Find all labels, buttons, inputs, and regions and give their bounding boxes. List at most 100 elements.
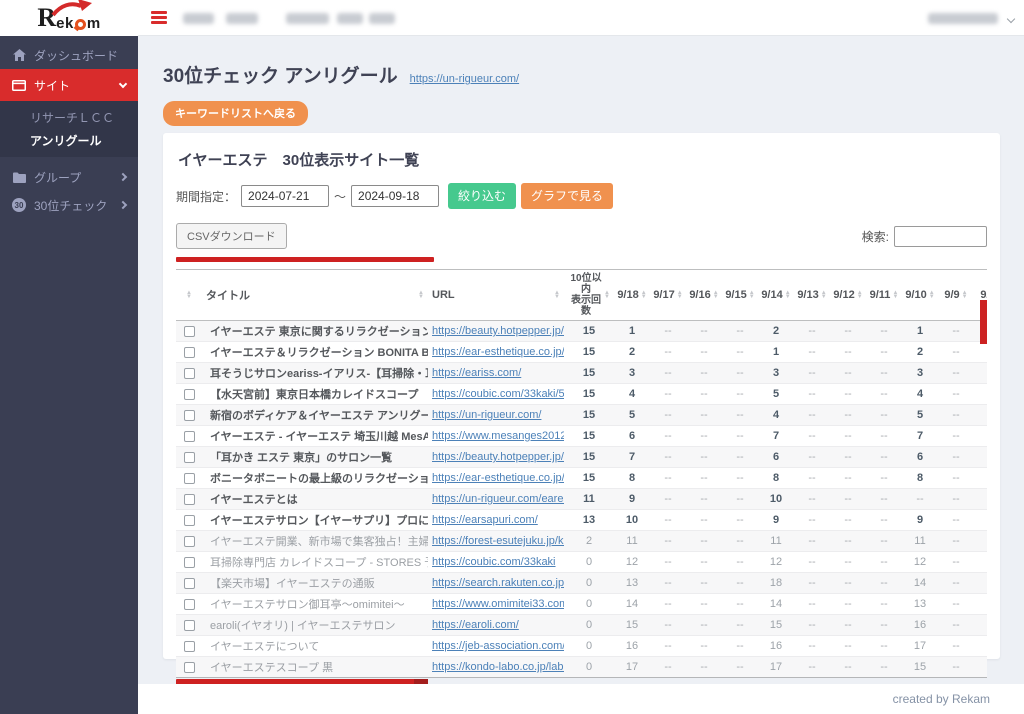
rank-cell: 16 xyxy=(758,635,794,657)
column-header-date[interactable]: 9/18 ▲ ▼ xyxy=(614,269,650,321)
date-from-input[interactable] xyxy=(241,185,330,207)
sidebar-item-group[interactable]: グループ xyxy=(0,163,138,191)
table-row[interactable]: イヤーエステ 東京に関するリラクゼーションサロン 耳かき専門... https:… xyxy=(176,320,987,342)
redacted-nav-item[interactable] xyxy=(183,13,214,24)
row-checkbox[interactable] xyxy=(183,346,195,358)
row-checkbox[interactable] xyxy=(183,556,195,568)
row-checkbox[interactable] xyxy=(183,325,195,337)
row-checkbox[interactable] xyxy=(183,493,195,505)
rank-cell: 1 xyxy=(902,320,938,342)
row-checkbox[interactable] xyxy=(183,409,195,421)
rank-cell: 15 xyxy=(902,656,938,678)
rank-cell: 9 xyxy=(902,509,938,531)
site-url-link[interactable]: https://kondo-labo.co.jp/labo/... xyxy=(428,656,564,678)
redacted-nav-item[interactable] xyxy=(337,13,363,24)
column-header-date[interactable]: 9/12 ▲ ▼ xyxy=(830,269,866,321)
column-header-date[interactable]: 9/17 ▲ ▼ xyxy=(650,269,686,321)
filter-button[interactable]: 絞り込む xyxy=(448,183,517,209)
site-url-link[interactable]: https://ear-esthetique.co.jp/ xyxy=(428,341,564,363)
column-header-date[interactable]: 9/9 ▲ ▼ xyxy=(938,269,974,321)
site-url-link[interactable]: https://ear-esthetique.co.jp/c... xyxy=(428,467,564,489)
redacted-nav-item[interactable] xyxy=(369,13,395,24)
site-url-link[interactable]: https://www.mesanges2012.com/ xyxy=(428,425,564,447)
table-row[interactable]: 耳そうじサロンeariss-イアリス-【耳掃除・耳かき・イヤ... https:… xyxy=(176,362,987,384)
sidebar-item-dashboard[interactable]: ダッシュボード xyxy=(0,41,138,69)
logo[interactable]: Rek m xyxy=(0,0,138,36)
site-url-link[interactable]: https://jeb-association.com/?p... xyxy=(428,635,564,657)
table-row[interactable]: イヤーエステ開業、新市場で集客独占！主婦や子育てとの両立も叶... https:… xyxy=(176,530,987,552)
column-header-url[interactable]: URL ▲ ▼ xyxy=(428,269,564,321)
column-header-select[interactable]: ▲ ▼ xyxy=(176,269,202,321)
table-row[interactable]: イヤーエステとは https://un-rigueur.com/earesth.… xyxy=(176,488,987,510)
table-row[interactable]: 【楽天市場】イヤーエステの通販 https://search.rakuten.c… xyxy=(176,572,987,594)
table-row[interactable]: ボニータボニートの最上級のリラクゼーション - イヤーエステ https://e… xyxy=(176,467,987,489)
table-row[interactable]: イヤーエステ＆リラクゼーション BONITA BONITO（... https:… xyxy=(176,341,987,363)
row-checkbox[interactable] xyxy=(183,661,195,673)
row-checkbox[interactable] xyxy=(183,535,195,547)
table-row[interactable]: 【水天宮前】東京日本橋カレイドスコープ https://coubic.com/3… xyxy=(176,383,987,405)
view-graph-button[interactable]: グラフで見る xyxy=(521,183,614,209)
table-row[interactable]: イヤーエステ - イヤーエステ 埼玉川越 MesAnges～... https:… xyxy=(176,425,987,447)
row-checkbox[interactable] xyxy=(183,619,195,631)
row-checkbox[interactable] xyxy=(183,388,195,400)
row-checkbox[interactable] xyxy=(183,472,195,484)
column-header-date[interactable]: 9/10 ▲ ▼ xyxy=(902,269,938,321)
column-header-top10-count[interactable]: 10位以内 表示回数 ▲ ▼ xyxy=(564,269,614,321)
site-url-link[interactable]: https://un-rigueur.com/earesth... xyxy=(428,488,564,510)
sort-icon: ▲ ▼ xyxy=(418,290,424,300)
table-row[interactable]: イヤーエステについて https://jeb-association.com/?… xyxy=(176,635,987,657)
site-url-link[interactable]: https://earsapuri.com/ xyxy=(428,509,564,531)
site-url-link[interactable]: https://coubic.com/33kaki xyxy=(428,551,564,573)
site-url-link[interactable]: https://earoli.com/ xyxy=(428,614,564,636)
vertical-scrollbar[interactable] xyxy=(980,300,987,344)
column-header-title[interactable]: タイトル ▲ ▼ xyxy=(202,269,428,321)
rank-cell: 11 xyxy=(758,530,794,552)
sidebar-item-research-lcc[interactable]: リサーチＬＣＣ xyxy=(0,106,138,129)
row-checkbox[interactable] xyxy=(183,367,195,379)
row-checkbox[interactable] xyxy=(183,598,195,610)
rank-cell: 6 xyxy=(902,446,938,468)
date-to-input[interactable] xyxy=(351,185,440,207)
csv-download-button[interactable]: CSVダウンロード xyxy=(176,223,287,249)
table-row[interactable]: イヤーエステサロン【イヤーサプリ】プロによる耳そうじ屋 大阪... https:… xyxy=(176,509,987,531)
site-url-link[interactable]: https://www.omimitei33.com/ xyxy=(428,593,564,615)
column-header-date[interactable]: 9/14 ▲ ▼ xyxy=(758,269,794,321)
row-checkbox[interactable] xyxy=(183,640,195,652)
site-url-link[interactable]: https://coubic.com/33kaki/5933... xyxy=(428,383,564,405)
sort-icon: ▲ ▼ xyxy=(554,290,560,300)
hamburger-menu-icon[interactable] xyxy=(151,11,167,24)
site-url-link[interactable]: https://un-rigueur.com/ xyxy=(410,73,519,85)
site-url-link[interactable]: https://un-rigueur.com/ xyxy=(428,404,564,426)
site-url-link[interactable]: https://forest-esutejuku.jp/kn... xyxy=(428,530,564,552)
table-row[interactable]: 耳掃除専門店 カレイドスコープ - STORES 予約(予約... https:… xyxy=(176,551,987,573)
sidebar-item-site[interactable]: サイト xyxy=(0,69,138,101)
site-url-link[interactable]: https://beauty.hotpepper.jp/ke... xyxy=(428,320,564,342)
row-checkbox[interactable] xyxy=(183,514,195,526)
sidebar-item-30check[interactable]: 30 30位チェック xyxy=(0,191,138,219)
horizontal-scrollbar-top[interactable] xyxy=(176,257,434,262)
table-row[interactable]: イヤーエステサロン御耳亭～omimitei～ https://www.omimi… xyxy=(176,593,987,615)
chevron-right-icon xyxy=(118,172,128,182)
table-row[interactable]: 新宿のボディケア＆イヤーエステ アンリグール: トップページ https://u… xyxy=(176,404,987,426)
row-checkbox[interactable] xyxy=(183,430,195,442)
site-url-link[interactable]: https://search.rakuten.co.jp/s... xyxy=(428,572,564,594)
site-url-link[interactable]: https://beauty.hotpepper.jp/ke... xyxy=(428,446,564,468)
back-to-keyword-list-button[interactable]: キーワードリストへ戻る xyxy=(163,101,308,126)
column-header-date[interactable]: 9/15 ▲ ▼ xyxy=(722,269,758,321)
column-header-date[interactable]: 9/11 ▲ ▼ xyxy=(866,269,902,321)
redacted-nav-item[interactable] xyxy=(286,13,329,24)
redacted-user-menu[interactable] xyxy=(928,13,998,24)
rank-cell: -- xyxy=(974,656,987,678)
chevron-down-icon[interactable] xyxy=(1006,14,1016,24)
row-checkbox[interactable] xyxy=(183,451,195,463)
sidebar-item-unrigueur[interactable]: アンリグール xyxy=(0,129,138,152)
column-header-date[interactable]: 9/13 ▲ ▼ xyxy=(794,269,830,321)
redacted-nav-item[interactable] xyxy=(226,13,258,24)
search-input[interactable] xyxy=(894,226,987,247)
table-row[interactable]: earoli(イヤオリ) | イヤーエステサロン https://earoli.… xyxy=(176,614,987,636)
row-checkbox[interactable] xyxy=(183,577,195,589)
table-row[interactable]: イヤーエステスコープ 黒 https://kondo-labo.co.jp/la… xyxy=(176,656,987,678)
column-header-date[interactable]: 9/16 ▲ ▼ xyxy=(686,269,722,321)
table-row[interactable]: 「耳かき エステ 東京」のサロン一覧 https://beauty.hotpep… xyxy=(176,446,987,468)
site-url-link[interactable]: https://eariss.com/ xyxy=(428,362,564,384)
